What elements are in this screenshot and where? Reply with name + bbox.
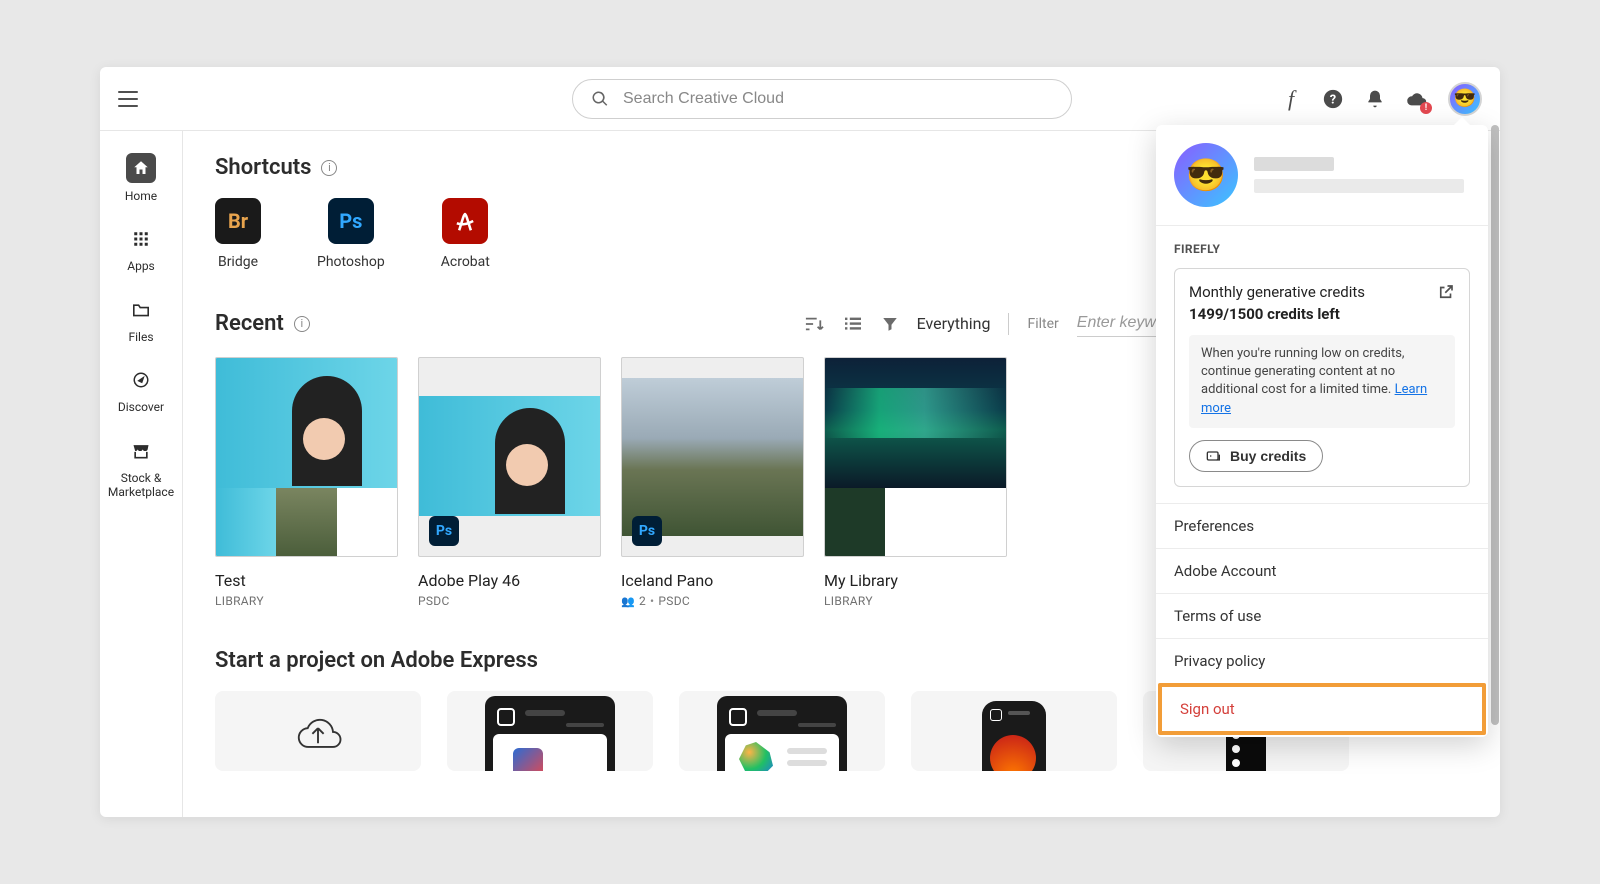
menu-preferences[interactable]: Preferences	[1156, 503, 1488, 548]
shortcut-label: Photoshop	[317, 254, 385, 270]
card-subtitle: PSDC	[418, 594, 601, 608]
credits-count: 1499/1500 credits left	[1189, 305, 1365, 323]
ps-badge-icon: Ps	[429, 516, 459, 546]
express-card-document[interactable]	[679, 691, 885, 771]
shortcut-photoshop[interactable]: Ps Photoshop	[317, 198, 385, 270]
buy-credits-label: Buy credits	[1230, 448, 1306, 464]
recent-card[interactable]: Ps Adobe Play 46 PSDC	[418, 357, 601, 608]
nav-label: Stock & Marketplace	[106, 471, 176, 500]
nav-home[interactable]: Home	[106, 153, 176, 203]
shortcut-acrobat[interactable]: Acrobat	[441, 198, 490, 270]
filter-funnel-icon[interactable]	[881, 315, 899, 333]
profile-popover: 😎 FIREFLY Monthly generative credits 149…	[1156, 125, 1488, 737]
header-icons: f ? ! 😎	[1280, 82, 1482, 116]
recent-card[interactable]: My Library LIBRARY	[824, 357, 1007, 608]
menu-terms[interactable]: Terms of use	[1156, 593, 1488, 638]
search-input[interactable]	[623, 90, 1053, 108]
nav-label: Apps	[127, 259, 155, 273]
thumbnail: Ps	[621, 357, 804, 557]
card-title: Iceland Pano	[621, 571, 804, 590]
topbar: f ? ! 😎	[100, 67, 1500, 131]
credits-title: Monthly generative credits	[1189, 283, 1365, 301]
search-icon	[591, 90, 609, 108]
notifications-icon[interactable]	[1364, 88, 1386, 110]
thumbnail	[215, 357, 398, 557]
help-icon[interactable]: ?	[1322, 88, 1344, 110]
express-card-instagram-post[interactable]	[447, 691, 653, 771]
card-title: Adobe Play 46	[418, 571, 601, 590]
profile-avatar[interactable]: 😎	[1448, 82, 1482, 116]
search-field[interactable]	[572, 79, 1072, 119]
fonts-icon[interactable]: f	[1280, 88, 1302, 110]
menu-button[interactable]	[118, 91, 138, 107]
scrollbar[interactable]	[1491, 125, 1499, 725]
info-icon[interactable]: i	[294, 316, 310, 332]
card-subtitle: LIBRARY	[215, 594, 398, 608]
express-title: Start a project on Adobe Express	[215, 648, 538, 673]
thumbnail: Ps	[418, 357, 601, 557]
shortcuts-title: Shortcuts	[215, 155, 311, 180]
recent-card[interactable]: Ps Iceland Pano 👥 2 • PSDC	[621, 357, 804, 608]
card-title: My Library	[824, 571, 1007, 590]
credits-box: Monthly generative credits 1499/1500 cre…	[1174, 268, 1470, 487]
cloud-upload-icon	[288, 706, 348, 756]
nav-label: Home	[125, 189, 157, 203]
express-card-upload[interactable]	[215, 691, 421, 771]
sidebar: Home Apps Files Discover	[100, 131, 183, 817]
shortcut-label: Bridge	[218, 254, 258, 270]
ps-badge-icon: Ps	[632, 516, 662, 546]
credits-note: When you're running low on credits, cont…	[1189, 335, 1455, 428]
menu-privacy[interactable]: Privacy policy	[1156, 638, 1488, 683]
folder-icon	[127, 296, 155, 324]
bridge-icon: Br	[215, 198, 261, 244]
photoshop-icon: Ps	[328, 198, 374, 244]
open-external-icon[interactable]	[1437, 283, 1455, 305]
people-icon: 👥	[621, 595, 635, 608]
recent-title: Recent	[215, 311, 284, 336]
app-window: f ? ! 😎 Home	[100, 67, 1500, 817]
shortcut-bridge[interactable]: Br Bridge	[215, 198, 261, 270]
menu-sign-out[interactable]: Sign out	[1158, 683, 1486, 735]
compass-icon	[127, 366, 155, 394]
filter-everything[interactable]: Everything	[917, 314, 991, 333]
popover-avatar: 😎	[1174, 143, 1238, 207]
cloud-alert-badge: !	[1420, 102, 1432, 114]
sort-icon[interactable]	[803, 315, 825, 333]
popover-menu: Preferences Adobe Account Terms of use P…	[1156, 503, 1488, 735]
express-card-story[interactable]	[911, 691, 1117, 771]
buy-credits-button[interactable]: Buy credits	[1189, 440, 1323, 472]
info-icon[interactable]: i	[321, 160, 337, 176]
divider	[1008, 313, 1009, 335]
list-view-icon[interactable]	[843, 316, 863, 332]
card-subtitle: 👥 2 • PSDC	[621, 594, 804, 608]
acrobat-icon	[442, 198, 488, 244]
menu-adobe-account[interactable]: Adobe Account	[1156, 548, 1488, 593]
nav-stock[interactable]: Stock & Marketplace	[106, 437, 176, 500]
nav-label: Files	[128, 330, 153, 344]
nav-label: Discover	[118, 400, 164, 414]
user-info-redacted	[1254, 157, 1470, 193]
apps-icon	[127, 225, 155, 253]
svg-text:?: ?	[1330, 92, 1336, 107]
nav-files[interactable]: Files	[106, 296, 176, 344]
cloud-sync-icon[interactable]: !	[1406, 88, 1428, 110]
credits-icon	[1206, 449, 1222, 463]
card-subtitle: LIBRARY	[824, 594, 1007, 608]
filter-label: Filter	[1027, 316, 1058, 332]
nav-apps[interactable]: Apps	[106, 225, 176, 273]
recent-card[interactable]: Test LIBRARY	[215, 357, 398, 608]
firefly-section: FIREFLY Monthly generative credits 1499/…	[1156, 225, 1488, 503]
thumbnail	[824, 357, 1007, 557]
firefly-label: FIREFLY	[1174, 242, 1470, 256]
store-icon	[127, 437, 155, 465]
home-icon	[126, 153, 156, 183]
recent-header: Recent i	[215, 311, 310, 336]
nav-discover[interactable]: Discover	[106, 366, 176, 414]
shortcut-label: Acrobat	[441, 254, 490, 270]
popover-header: 😎	[1156, 125, 1488, 225]
card-title: Test	[215, 571, 398, 590]
